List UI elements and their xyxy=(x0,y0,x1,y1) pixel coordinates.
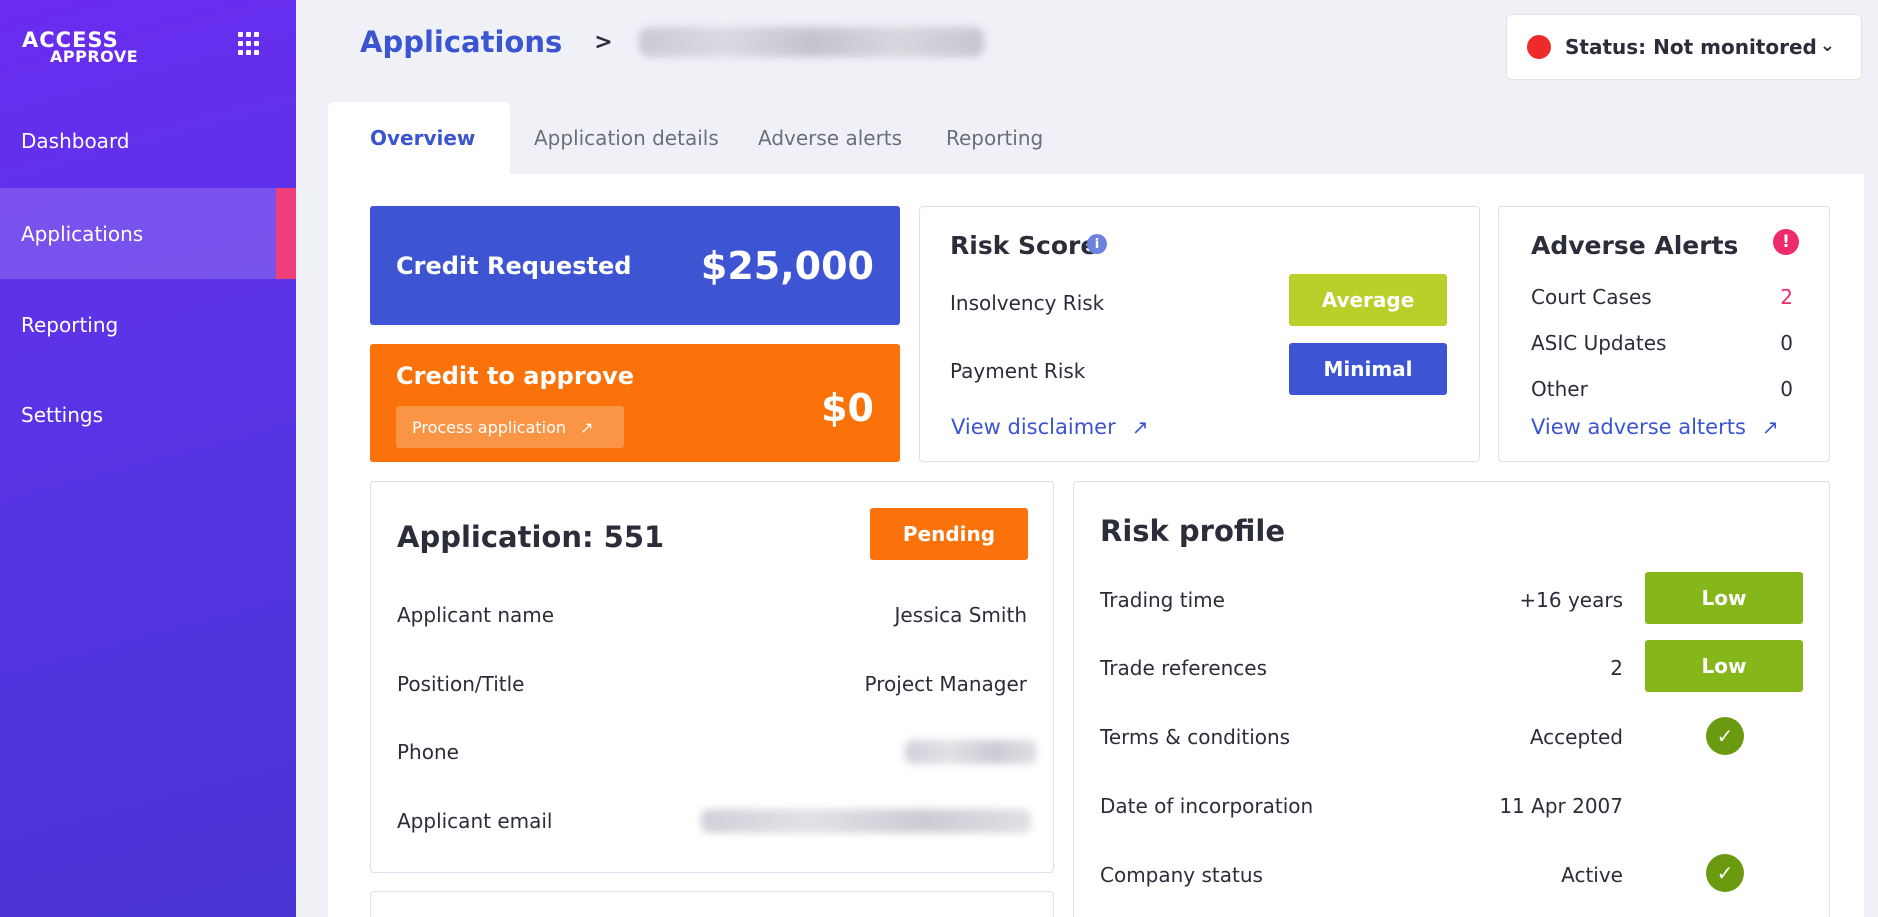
credit-to-approve-card: Credit to approve $0 Process application… xyxy=(370,344,900,462)
link-label: View disclaimer xyxy=(951,415,1116,439)
breadcrumb: Applications > xyxy=(360,22,984,62)
credit-to-approve-value: $0 xyxy=(821,386,874,430)
sidebar-item-applications[interactable]: Applications xyxy=(0,188,296,279)
application-title: Application: 551 xyxy=(397,520,665,554)
next-card xyxy=(370,891,1054,917)
adverse-alerts-title: Adverse Alerts xyxy=(1531,231,1739,260)
applicant-name-label: Applicant name xyxy=(397,603,555,627)
credit-requested-label: Credit Requested xyxy=(396,251,632,280)
view-disclaimer-link[interactable]: View disclaimer ↗ xyxy=(951,415,1148,439)
asic-updates-label: ASIC Updates xyxy=(1531,331,1667,355)
tab-application-details[interactable]: Application details xyxy=(510,102,732,174)
external-arrow-icon: ↗ xyxy=(580,417,594,437)
court-cases-label: Court Cases xyxy=(1531,285,1652,309)
tab-label: Application details xyxy=(534,126,719,150)
payment-risk-label: Payment Risk xyxy=(950,359,1086,383)
applicant-email-label: Applicant email xyxy=(397,809,553,833)
applicant-name-value: Jessica Smith xyxy=(894,603,1027,627)
redacted-email-value xyxy=(701,809,1031,833)
view-adverse-alerts-link[interactable]: View adverse alterts ↗ xyxy=(1531,415,1779,439)
sidebar-item-label: Reporting xyxy=(21,312,119,337)
link-label: View adverse alterts xyxy=(1531,415,1746,439)
sidebar-item-settings[interactable]: Settings xyxy=(0,369,296,460)
trading-time-label: Trading time xyxy=(1100,588,1225,612)
external-arrow-icon: ↗ xyxy=(1761,415,1779,439)
sidebar-item-dashboard[interactable]: Dashboard xyxy=(0,95,296,186)
date-of-incorporation-value: 11 Apr 2007 xyxy=(1499,794,1623,818)
trading-time-badge: Low xyxy=(1645,572,1803,624)
phone-label: Phone xyxy=(397,740,459,764)
tab-label: Adverse alerts xyxy=(758,126,903,150)
tab-overview[interactable]: Overview xyxy=(328,102,510,174)
credit-requested-value: $25,000 xyxy=(700,243,874,288)
company-status-label: Company status xyxy=(1100,863,1263,887)
trade-references-value: 2 xyxy=(1610,656,1623,680)
application-card: Application: 551 Pending Applicant name … xyxy=(370,481,1054,873)
status-label: Status: Not monitored xyxy=(1565,35,1817,59)
process-application-button[interactable]: Process application ↗ xyxy=(396,406,624,448)
risk-score-card: Risk Score i Insolvency Risk Average Pay… xyxy=(919,206,1480,462)
risk-profile-title: Risk profile xyxy=(1100,514,1286,548)
other-label: Other xyxy=(1531,377,1588,401)
status-indicator-dot xyxy=(1527,35,1551,59)
position-title-value: Project Manager xyxy=(864,672,1027,696)
tab-bar: Overview Application details Adverse ale… xyxy=(328,102,1064,174)
tab-label: Reporting xyxy=(946,126,1044,150)
insolvency-risk-label: Insolvency Risk xyxy=(950,291,1105,315)
position-title-label: Position/Title xyxy=(397,672,525,696)
chevron-right-icon: > xyxy=(594,29,613,55)
button-label: Process application xyxy=(412,417,567,437)
apps-grid-icon[interactable] xyxy=(238,32,262,56)
sidebar: ACCESS APPROVE Dashboard Applications Re… xyxy=(0,0,296,917)
sidebar-item-label: Dashboard xyxy=(21,128,130,153)
trade-references-badge: Low xyxy=(1645,640,1803,692)
check-icon: ✓ xyxy=(1706,717,1744,755)
terms-conditions-value: Accepted xyxy=(1529,725,1623,749)
credit-requested-card: Credit Requested $25,000 xyxy=(370,206,900,325)
company-status-value: Active xyxy=(1561,863,1623,887)
asic-updates-count: 0 xyxy=(1780,331,1793,355)
credit-to-approve-label: Credit to approve xyxy=(396,362,635,390)
redacted-phone-value xyxy=(905,740,1037,764)
tab-adverse-alerts[interactable]: Adverse alerts xyxy=(732,102,914,174)
redacted-application-name xyxy=(638,27,984,57)
access-approve-logo[interactable]: ACCESS APPROVE xyxy=(22,30,138,65)
monitoring-status-dropdown[interactable]: Status: Not monitored ⌄ xyxy=(1506,14,1862,80)
payment-risk-badge: Minimal xyxy=(1289,343,1447,395)
external-arrow-icon: ↗ xyxy=(1131,415,1149,439)
chevron-down-icon: ⌄ xyxy=(1819,35,1835,56)
info-icon[interactable]: i xyxy=(1087,234,1107,254)
trade-references-label: Trade references xyxy=(1100,656,1268,680)
pending-status-badge: Pending xyxy=(870,508,1028,560)
risk-score-title: Risk Score xyxy=(950,231,1098,260)
sidebar-item-reporting[interactable]: Reporting xyxy=(0,279,296,370)
date-of-incorporation-label: Date of incorporation xyxy=(1100,794,1314,818)
adverse-alerts-card: Adverse Alerts ! Court Cases 2 ASIC Upda… xyxy=(1498,206,1830,462)
tab-reporting[interactable]: Reporting xyxy=(914,102,1064,174)
other-count: 0 xyxy=(1780,377,1793,401)
terms-conditions-label: Terms & conditions xyxy=(1100,725,1291,749)
sidebar-item-label: Applications xyxy=(21,221,144,246)
insolvency-risk-badge: Average xyxy=(1289,274,1447,326)
breadcrumb-applications-link[interactable]: Applications xyxy=(360,25,562,59)
risk-profile-card: Risk profile Trading time +16 years Low … xyxy=(1073,481,1830,917)
check-icon: ✓ xyxy=(1706,854,1744,892)
alert-exclamation-icon: ! xyxy=(1773,229,1799,255)
tab-label: Overview xyxy=(370,126,476,150)
court-cases-count: 2 xyxy=(1780,285,1793,309)
trading-time-value: +16 years xyxy=(1519,588,1623,612)
sidebar-item-label: Settings xyxy=(21,402,104,427)
